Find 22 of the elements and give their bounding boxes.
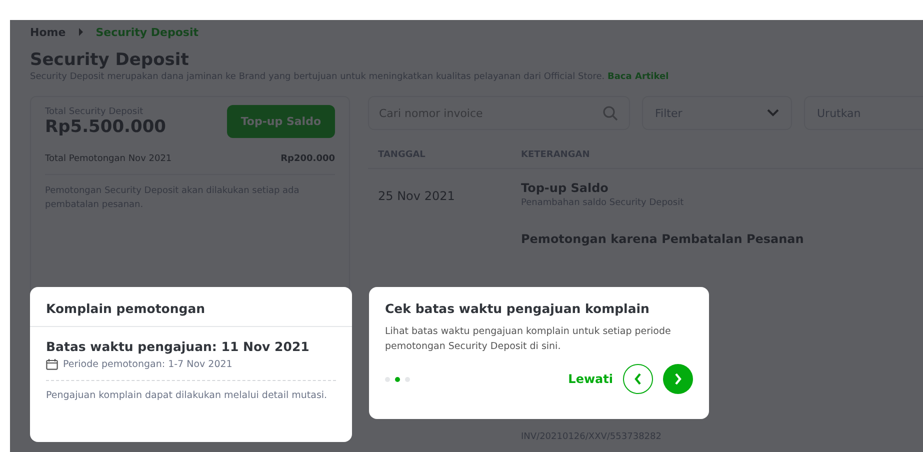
deduction-amount: Rp200.000: [280, 154, 335, 164]
total-amount: Rp5.500.000: [45, 116, 166, 136]
previous-button[interactable]: [623, 364, 653, 394]
complaint-note: Pengajuan komplain dapat dilakukan melalui detail mutasi.: [46, 389, 328, 403]
period-text: Periode pemotongan: 1-7 Nov 2021: [63, 359, 232, 370]
chevron-left-icon: [634, 373, 642, 386]
calendar-icon: [46, 359, 58, 370]
entry-title: Top-up Saldo: [521, 181, 610, 195]
table-cell-text: 25 Nov 2021: [378, 188, 456, 205]
deadline-text: Batas waktu pengajuan: 11 Nov 2021: [46, 339, 310, 354]
coachmark-title: Cek batas waktu pengajuan komplain: [385, 301, 650, 316]
page-title: Security Deposit: [30, 50, 190, 70]
coachmark-body: Lihat batas waktu pengajuan komplain untuk setiap periode pemotongan Security Deposit di sini.: [385, 325, 672, 354]
chevron-right-icon: [674, 373, 682, 386]
complaint-title: Komplain pemotongan: [30, 287, 352, 327]
skip-button[interactable]: Lewati: [568, 372, 613, 386]
deduction-label: Total Pemotongan Nov 2021: [45, 154, 172, 164]
entry-title: Pemotongan karena Pembatalan Pesanan: [521, 232, 804, 246]
article-link[interactable]: Baca Artikel: [608, 72, 669, 82]
breadcrumb-link[interactable]: Security Deposit: [96, 26, 198, 38]
breadcrumb-link[interactable]: Home: [30, 26, 66, 38]
next-button[interactable]: [663, 364, 693, 394]
